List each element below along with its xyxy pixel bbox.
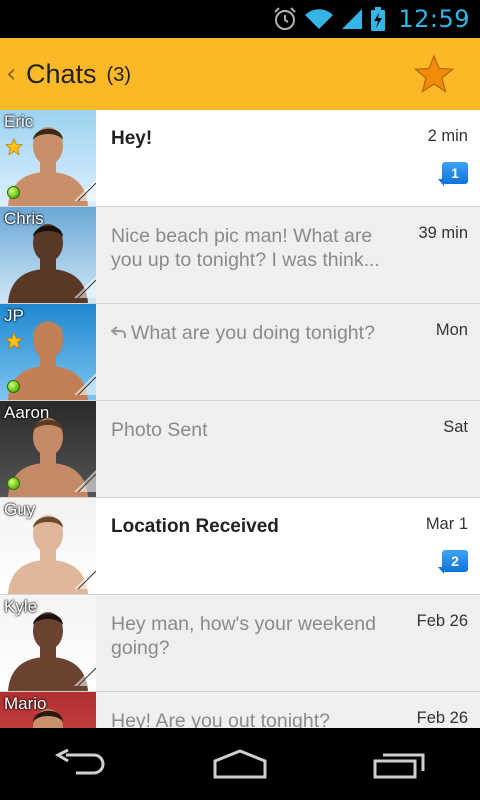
avatar[interactable]: Eric bbox=[0, 110, 96, 206]
message-text: Photo Sent bbox=[111, 419, 208, 441]
photo-corner-icon bbox=[74, 664, 96, 691]
contact-name: Eric bbox=[4, 112, 34, 131]
status-clock: 12:59 bbox=[398, 5, 470, 33]
avatar[interactable]: Aaron bbox=[0, 401, 96, 497]
chat-content[interactable]: Nice beach pic man! What are you up to t… bbox=[96, 207, 480, 303]
message-text: What are you doing tonight? bbox=[131, 322, 375, 344]
message-time: Mon bbox=[435, 321, 468, 339]
star-icon[interactable] bbox=[412, 52, 456, 96]
contact-name: JP bbox=[4, 306, 24, 325]
back-chevron-icon[interactable]: ‹ bbox=[0, 38, 24, 110]
chat-row[interactable]: Aaron Photo Sent Sat bbox=[0, 401, 480, 498]
signal-icon bbox=[340, 7, 364, 31]
home-icon[interactable] bbox=[190, 734, 290, 794]
message-text: Hey! bbox=[111, 128, 153, 149]
chat-content[interactable]: Hey! Are you out tonight? Feb 26 bbox=[96, 692, 480, 728]
contact-name: Chris bbox=[4, 209, 44, 228]
favorite-star-icon bbox=[4, 331, 24, 355]
photo-corner-icon bbox=[74, 567, 96, 594]
contact-name: Mario bbox=[4, 694, 47, 713]
chat-row[interactable]: Mario Hey! Are you out tonight? Feb 26 bbox=[0, 692, 480, 728]
message-text: Nice beach pic man! What are you up to t… bbox=[111, 225, 380, 271]
contact-name: Guy bbox=[4, 500, 36, 519]
message-preview: What are you doing tonight? bbox=[110, 321, 401, 346]
message-time: 2 min bbox=[427, 127, 468, 145]
chat-content[interactable]: Hey! 2 min 1 bbox=[96, 110, 480, 206]
message-preview: Location Received bbox=[111, 515, 401, 539]
message-time: Mar 1 bbox=[425, 515, 468, 533]
chat-count: (3) bbox=[106, 64, 131, 86]
message-time: Sat bbox=[443, 418, 468, 436]
chat-row[interactable]: Guy Location Received Mar 1 2 bbox=[0, 498, 480, 595]
message-text: Location Received bbox=[111, 516, 279, 537]
favorite-star-icon bbox=[4, 137, 24, 161]
message-preview: Hey! bbox=[111, 127, 401, 151]
avatar[interactable]: Chris bbox=[0, 207, 96, 303]
contact-name: Aaron bbox=[4, 403, 50, 422]
chat-content[interactable]: What are you doing tonight? Mon bbox=[96, 304, 480, 400]
online-indicator-icon bbox=[7, 380, 20, 393]
photo-corner-icon bbox=[74, 373, 96, 400]
avatar[interactable]: JP bbox=[0, 304, 96, 400]
avatar[interactable]: Guy bbox=[0, 498, 96, 594]
photo-corner-icon bbox=[74, 470, 96, 497]
online-indicator-icon bbox=[7, 186, 20, 199]
back-icon[interactable] bbox=[30, 734, 130, 794]
chat-content[interactable]: Hey man, how's your weekend going? Feb 2… bbox=[96, 595, 480, 691]
message-preview: Nice beach pic man! What are you up to t… bbox=[111, 224, 401, 272]
avatar[interactable]: Mario bbox=[0, 692, 96, 728]
chat-content[interactable]: Location Received Mar 1 2 bbox=[96, 498, 480, 594]
wifi-icon bbox=[304, 7, 334, 31]
message-preview: Hey man, how's your weekend going? bbox=[111, 612, 401, 660]
battery-charging-icon bbox=[370, 6, 386, 32]
unread-badge: 2 bbox=[438, 550, 468, 574]
chat-list[interactable]: Eric Hey! 2 min 1 Chris Nice beach pic m… bbox=[0, 110, 480, 728]
message-time: 39 min bbox=[418, 224, 468, 242]
status-bar: 12:59 bbox=[0, 0, 480, 38]
message-preview: Hey! Are you out tonight? bbox=[111, 709, 401, 728]
page-title[interactable]: Chats bbox=[26, 59, 97, 90]
photo-corner-icon bbox=[74, 179, 96, 206]
navigation-bar bbox=[0, 728, 480, 800]
message-text: Hey man, how's your weekend going? bbox=[111, 613, 376, 659]
avatar[interactable]: Kyle bbox=[0, 595, 96, 691]
photo-corner-icon bbox=[74, 276, 96, 303]
message-preview: Photo Sent bbox=[111, 418, 401, 442]
unread-badge: 1 bbox=[438, 162, 468, 186]
online-indicator-icon bbox=[7, 477, 20, 490]
chat-row[interactable]: Chris Nice beach pic man! What are you u… bbox=[0, 207, 480, 304]
recent-apps-icon[interactable] bbox=[350, 734, 450, 794]
chat-row[interactable]: Eric Hey! 2 min 1 bbox=[0, 110, 480, 207]
unread-count: 1 bbox=[442, 162, 468, 184]
reply-icon bbox=[110, 322, 127, 346]
chat-row[interactable]: JP What are you doing tonight? Mon bbox=[0, 304, 480, 401]
alarm-icon bbox=[272, 6, 298, 32]
message-time: Feb 26 bbox=[416, 709, 468, 727]
contact-name: Kyle bbox=[4, 597, 38, 616]
message-time: Feb 26 bbox=[416, 612, 468, 630]
chat-content[interactable]: Photo Sent Sat bbox=[96, 401, 480, 497]
message-text: Hey! Are you out tonight? bbox=[111, 710, 330, 728]
unread-count: 2 bbox=[442, 550, 468, 572]
action-bar: ‹ Chats (3) bbox=[0, 38, 480, 110]
chat-row[interactable]: Kyle Hey man, how's your weekend going? … bbox=[0, 595, 480, 692]
